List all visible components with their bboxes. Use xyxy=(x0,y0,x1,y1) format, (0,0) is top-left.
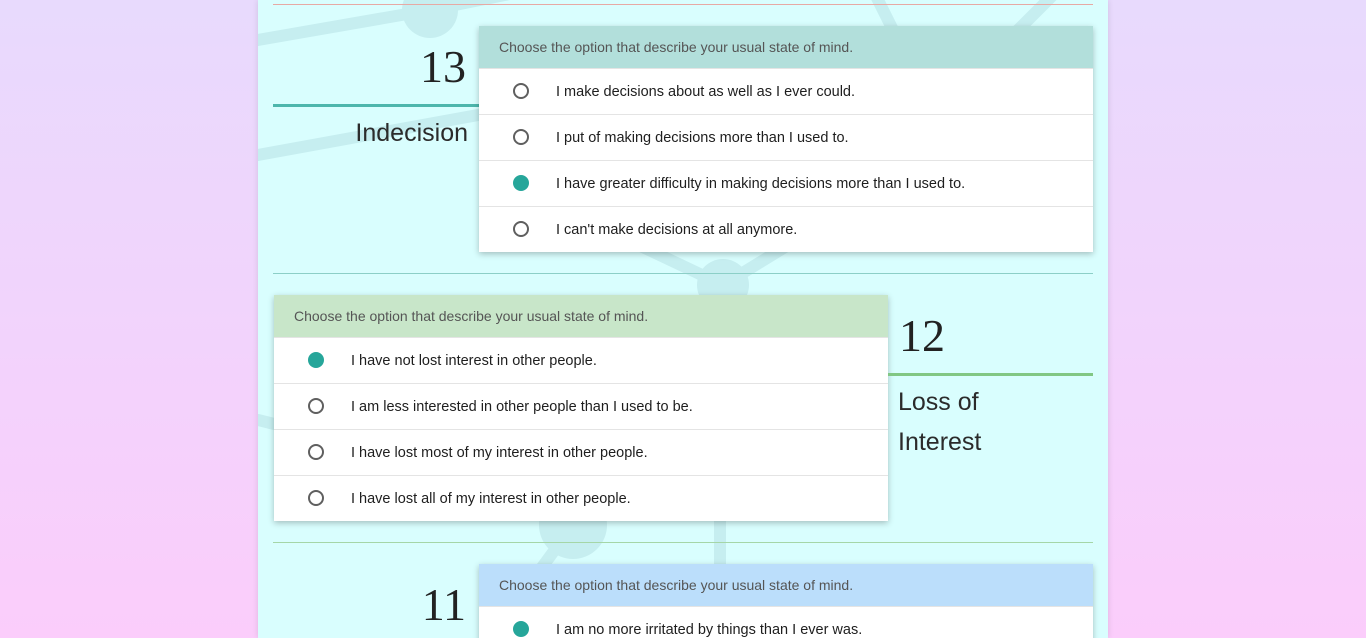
radio-button-selected[interactable] xyxy=(513,621,529,637)
survey-page: 13 Indecision Choose the option that des… xyxy=(258,0,1108,638)
option-row[interactable]: I am no more irritated by things than I … xyxy=(479,606,1093,638)
option-label: I am no more irritated by things than I … xyxy=(556,622,863,638)
card-prompt: Choose the option that describe your usu… xyxy=(479,564,1093,606)
options-card: Choose the option that describe your usu… xyxy=(479,564,1093,638)
question-number: 11 xyxy=(421,579,466,630)
question-11-section: 11 Choose the option that describe your … xyxy=(258,0,1108,638)
